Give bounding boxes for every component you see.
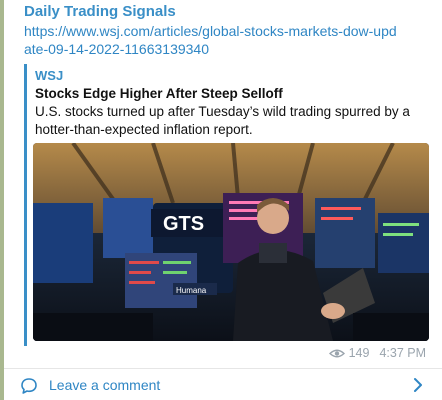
preview-image[interactable]: GTS Humana — [33, 143, 429, 341]
preview-description: U.S. stocks turned up after Tuesday’s wi… — [35, 104, 410, 137]
eye-icon — [328, 349, 345, 357]
link-preview[interactable]: WSJ Stocks Edge Higher After Steep Sello… — [24, 64, 432, 346]
trading-floor-photo: GTS Humana — [33, 143, 429, 341]
channel-name[interactable]: Daily Trading Signals — [24, 3, 176, 20]
preview-title: Stocks Edge Higher After Steep Selloff — [35, 86, 283, 101]
leave-comment-label[interactable]: Leave a comment — [49, 377, 160, 393]
comment-bubble-icon — [21, 378, 37, 394]
humana-banner: Humana — [176, 286, 207, 295]
gts-sign: GTS — [163, 213, 204, 235]
message-bubble: Daily Trading Signals https://www.wsj.co… — [4, 0, 442, 368]
view-count: 149 — [348, 346, 370, 360]
comment-bar[interactable]: Leave a comment — [4, 368, 442, 400]
chevron-right-icon[interactable] — [412, 376, 424, 394]
message-time: 4:37 PM — [379, 346, 426, 360]
message-meta: 149 4:37 PM — [328, 346, 426, 360]
preview-site-name: WSJ — [35, 68, 64, 83]
article-link[interactable]: https://www.wsj.com/articles/global-stoc… — [24, 22, 404, 58]
